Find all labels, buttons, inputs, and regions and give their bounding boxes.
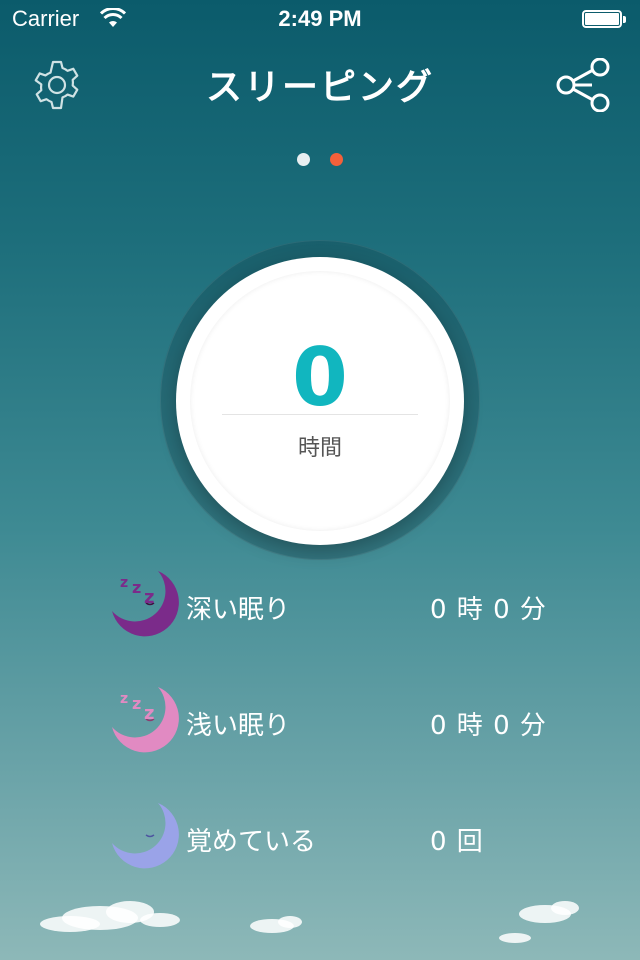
light-sleep-moon-icon: z z z	[112, 687, 179, 753]
stat-row-light-sleep: z z z 浅い眠り 0 時 0 分	[0, 681, 640, 761]
stat-label: 深い眠り	[186, 595, 291, 625]
svg-text:z: z	[132, 578, 141, 597]
stat-label: 浅い眠り	[186, 711, 291, 741]
stat-value: 0 時 0 分	[430, 595, 547, 625]
stat-value: 0 回	[430, 827, 484, 857]
clouds-decoration	[40, 901, 579, 943]
sleep-hours-value: 0	[292, 331, 348, 424]
status-bar: Carrier 2:49 PM	[0, 0, 640, 40]
page-title: スリーピング	[205, 67, 434, 108]
stat-row-awake: 覚めている 0 回	[0, 797, 640, 877]
svg-text:z: z	[144, 587, 154, 608]
awake-moon-icon	[112, 803, 179, 869]
status-time: 2:49 PM	[278, 6, 362, 31]
svg-text:z: z	[120, 575, 128, 591]
stat-value: 0 時 0 分	[430, 711, 547, 741]
sleep-hours-label: 時間	[297, 436, 342, 461]
svg-text:z: z	[120, 691, 128, 707]
svg-text:z: z	[144, 703, 154, 724]
svg-text:z: z	[132, 694, 141, 713]
stat-row-deep-sleep: z z z 深い眠り 0 時 0 分	[0, 565, 640, 645]
stat-label: 覚めている	[186, 827, 317, 857]
divider	[222, 414, 418, 415]
page-dot-1[interactable]	[297, 153, 310, 166]
page-indicator[interactable]	[0, 153, 640, 167]
page-dot-2-active[interactable]	[330, 153, 343, 166]
share-icon[interactable]	[556, 58, 612, 112]
battery-icon	[582, 10, 628, 30]
deep-sleep-moon-icon: z z z	[112, 571, 179, 637]
